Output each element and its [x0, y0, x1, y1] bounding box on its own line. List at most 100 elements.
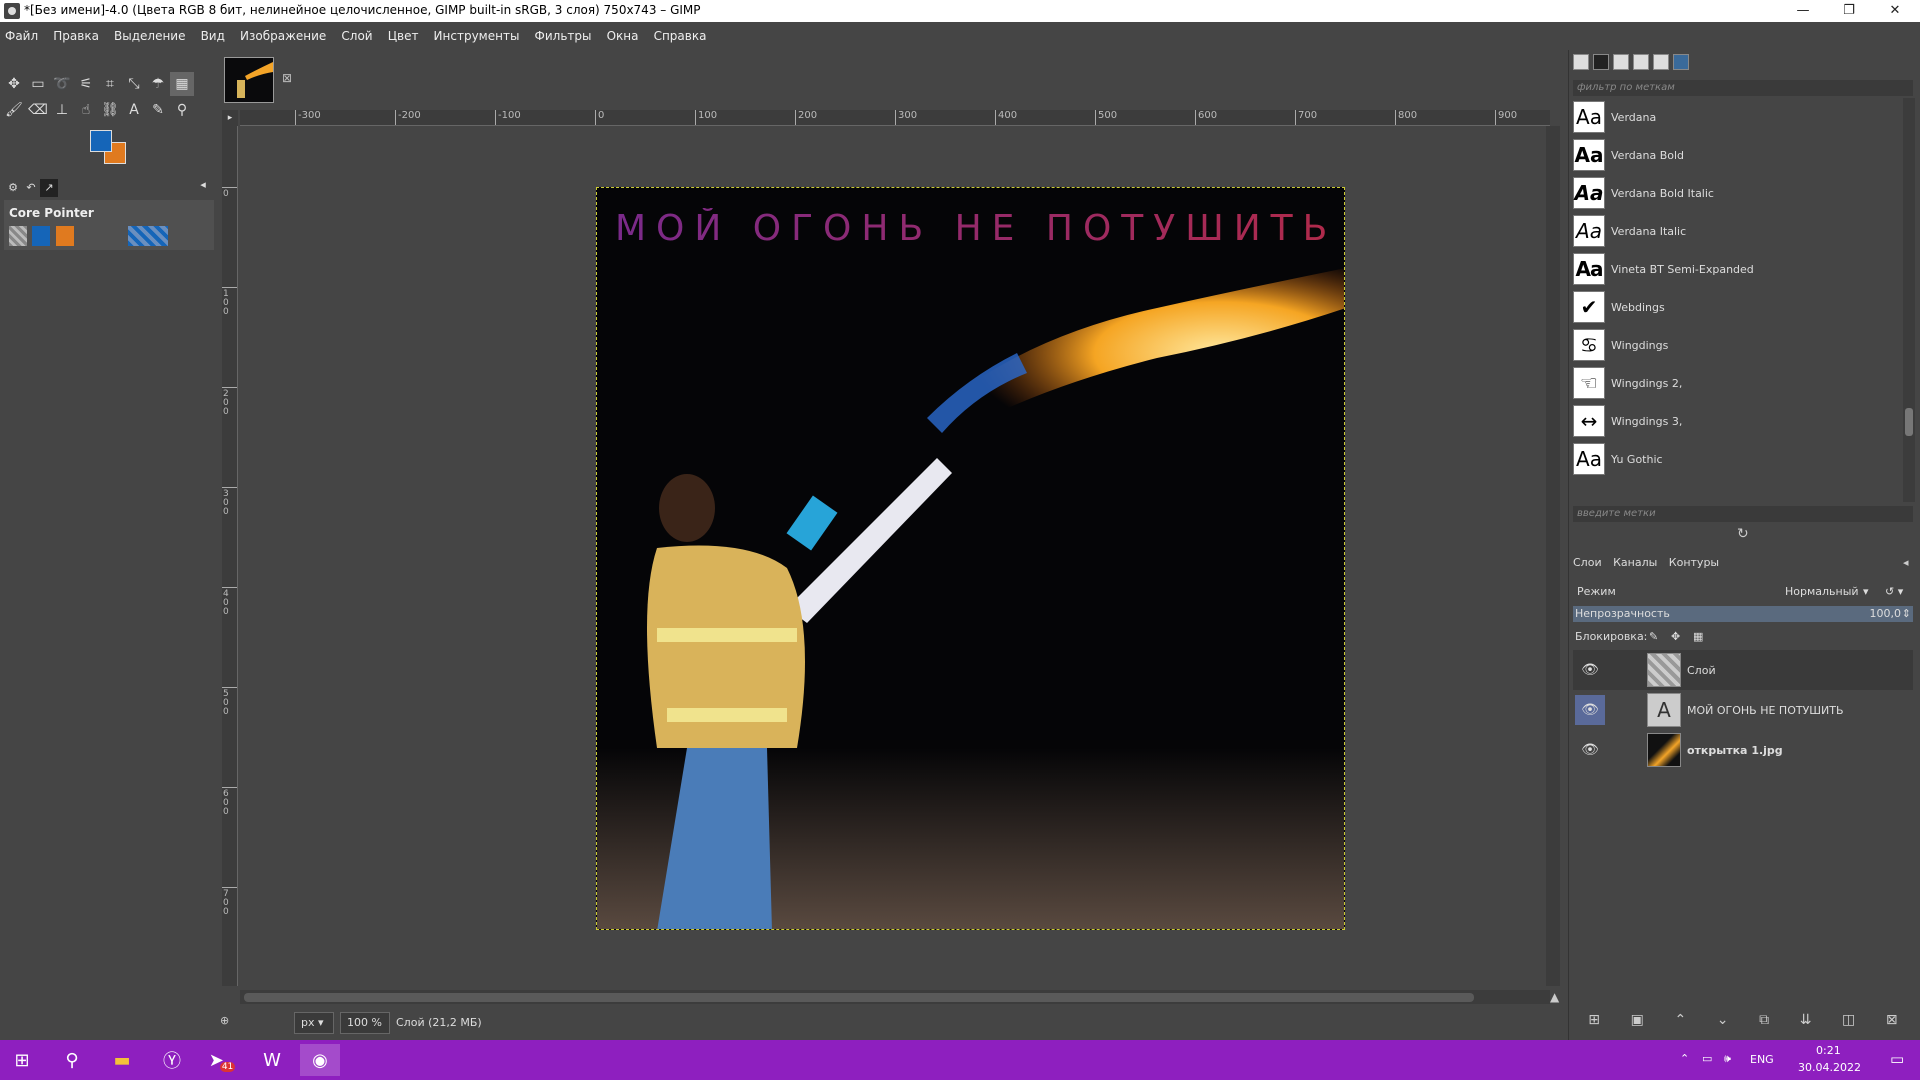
layer-row[interactable]: 👁 A МОЙ ОГОНЬ НЕ ПОТУШИТЬ [1573, 690, 1913, 730]
navigate-icon[interactable]: ▲ [1550, 990, 1559, 1004]
menu-image[interactable]: Изображение [235, 22, 331, 50]
network-icon[interactable]: ▭ [1702, 1052, 1712, 1065]
zoom-select[interactable]: 100 % ▾ [340, 1012, 390, 1049]
raise-layer-icon[interactable]: ⌃ [1674, 1012, 1686, 1036]
rect-select-icon[interactable]: ▭ [26, 72, 50, 96]
opacity-spin-icon[interactable]: ⇕ [1902, 607, 1911, 620]
fg-bg-colors[interactable] [88, 128, 132, 172]
layer-row[interactable]: 👁 Слой [1573, 650, 1913, 690]
images-tab-icon[interactable] [1653, 54, 1669, 70]
crop-icon[interactable]: ⌗ [98, 72, 122, 96]
refresh-fonts-icon[interactable]: ↻ [1737, 526, 1749, 542]
tab-layers[interactable]: Слои [1573, 556, 1602, 569]
font-item[interactable]: Aa Verdana Italic [1573, 212, 1903, 250]
close-image-tab-icon[interactable]: ⊠ [282, 71, 292, 85]
quick-mask-icon[interactable]: ▸ [222, 110, 238, 126]
menu-file[interactable]: Файл [0, 22, 43, 50]
menu-layer[interactable]: Слой [336, 22, 377, 50]
eraser-icon[interactable]: ⌫ [26, 98, 50, 122]
dock-menu-icon[interactable]: ◂ [1903, 556, 1909, 569]
new-group-icon[interactable]: ▣ [1631, 1012, 1644, 1036]
menu-edit[interactable]: Правка [48, 22, 104, 50]
minimize-button[interactable]: — [1780, 0, 1826, 22]
foreground-color[interactable] [90, 130, 112, 152]
layer-row[interactable]: 👁 открытка 1.jpg [1573, 730, 1913, 770]
font-item[interactable]: ♋ Wingdings [1573, 326, 1903, 364]
horizontal-scrollbar[interactable] [240, 990, 1550, 1004]
scroll-thumb[interactable] [244, 993, 1474, 1002]
font-tags-input[interactable]: введите метки [1573, 506, 1913, 522]
maximize-button[interactable]: ❐ [1826, 0, 1872, 22]
pointer-tab-icon[interactable]: ↗ [40, 179, 58, 197]
mode-reset-icon[interactable]: ↺ ▾ [1885, 585, 1903, 598]
documents-tab-icon[interactable] [1633, 54, 1649, 70]
path-icon[interactable]: ⛓ [98, 98, 122, 122]
lasso-icon[interactable]: ➰ [50, 72, 74, 96]
delete-layer-icon[interactable]: ⊠ [1886, 1012, 1898, 1036]
font-item[interactable]: ↔ Wingdings 3, [1573, 402, 1903, 440]
image-thumbnail[interactable] [224, 57, 274, 103]
lock-position-icon[interactable]: ✥ [1671, 630, 1680, 643]
lock-pixels-icon[interactable]: ✎ [1649, 630, 1658, 643]
move-tool-icon[interactable]: ✥ [2, 72, 26, 96]
menu-color[interactable]: Цвет [383, 22, 424, 50]
close-button[interactable]: ✕ [1872, 0, 1918, 22]
eye-icon[interactable]: 👁 [1575, 695, 1605, 725]
tab-paths[interactable]: Контуры [1669, 556, 1719, 569]
opacity-value[interactable]: 100,0 [1870, 607, 1902, 620]
opacity-slider[interactable]: Непрозрачность 100,0 ⇕ [1573, 606, 1913, 622]
dock-menu-icon[interactable]: ◂ [194, 176, 212, 194]
brushes-tab-icon[interactable] [1573, 54, 1589, 70]
file-explorer-icon[interactable]: ▬ [102, 1044, 142, 1076]
font-item[interactable]: ☜ Wingdings 2, [1573, 364, 1903, 402]
new-layer-icon[interactable]: ⊞ [1588, 1012, 1600, 1036]
gradient-icon[interactable]: ▦ [170, 72, 194, 96]
layer-mask-icon[interactable]: ◫ [1842, 1012, 1855, 1036]
mode-select[interactable]: Нормальный [1785, 585, 1859, 598]
volume-icon[interactable]: 🕪 [1724, 1052, 1731, 1066]
menu-help[interactable]: Справка [649, 22, 712, 50]
clone-icon[interactable]: ⊥ [50, 98, 74, 122]
patterns-tab-icon[interactable] [1593, 54, 1609, 70]
menu-view[interactable]: Вид [196, 22, 230, 50]
clock-date[interactable]: 30.04.2022 [1798, 1061, 1861, 1074]
paintbrush-icon[interactable]: 🖌 [2, 98, 26, 122]
language-indicator[interactable]: ENG [1750, 1053, 1774, 1066]
menu-windows[interactable]: Окна [602, 22, 644, 50]
mode-dropdown-icon[interactable]: ▾ [1863, 585, 1869, 598]
telegram-icon[interactable]: ➤ 41 [202, 1044, 242, 1076]
yandex-browser-icon[interactable]: Ⓨ [152, 1044, 192, 1076]
warp-icon[interactable]: ☂ [146, 72, 170, 96]
font-list-scrollbar[interactable] [1903, 98, 1915, 502]
font-item[interactable]: Aa Verdana Bold Italic [1573, 174, 1903, 212]
zoom-icon[interactable]: ⚲ [170, 98, 194, 122]
text-tool-icon[interactable]: A [122, 98, 146, 122]
windows-start-icon[interactable]: ⊞ [2, 1044, 42, 1076]
fuzzy-select-icon[interactable]: ⚟ [74, 72, 98, 96]
menu-tools[interactable]: Инструменты [429, 22, 525, 50]
font-item[interactable]: Aa Yu Gothic [1573, 440, 1903, 478]
scroll-thumb[interactable] [1905, 408, 1913, 436]
eye-icon[interactable]: 👁 [1575, 735, 1605, 765]
unit-select[interactable]: px ▾ [294, 1012, 334, 1034]
gimp-taskbar-icon[interactable]: ◉ [300, 1044, 340, 1076]
eye-icon[interactable]: 👁 [1575, 655, 1605, 685]
lock-alpha-icon[interactable]: ▦ [1693, 630, 1703, 643]
font-tag-filter[interactable]: фильтр по меткам [1573, 80, 1913, 96]
menu-filters[interactable]: Фильтры [530, 22, 597, 50]
search-icon[interactable]: ⚲ [52, 1044, 92, 1076]
font-item[interactable]: Aa Vineta BT Semi-Expanded [1573, 250, 1903, 288]
menu-select[interactable]: Выделение [109, 22, 190, 50]
merge-layer-icon[interactable]: ⇊ [1800, 1012, 1812, 1036]
duplicate-layer-icon[interactable]: ⧉ [1759, 1012, 1769, 1036]
font-item[interactable]: Aa Verdana [1573, 98, 1903, 136]
smudge-icon[interactable]: ☝ [74, 98, 98, 122]
transform-icon[interactable]: ⤡ [122, 72, 146, 96]
font-item[interactable]: ✔ Webdings [1573, 288, 1903, 326]
templates-tab-icon[interactable] [1673, 54, 1689, 70]
tab-channels[interactable]: Каналы [1613, 556, 1657, 569]
tray-chevron-icon[interactable]: ⌃ [1680, 1052, 1689, 1065]
font-item[interactable]: Aa Verdana Bold [1573, 136, 1903, 174]
clock-time[interactable]: 0:21 [1816, 1044, 1841, 1057]
notifications-icon[interactable]: ▭ [1890, 1050, 1904, 1068]
